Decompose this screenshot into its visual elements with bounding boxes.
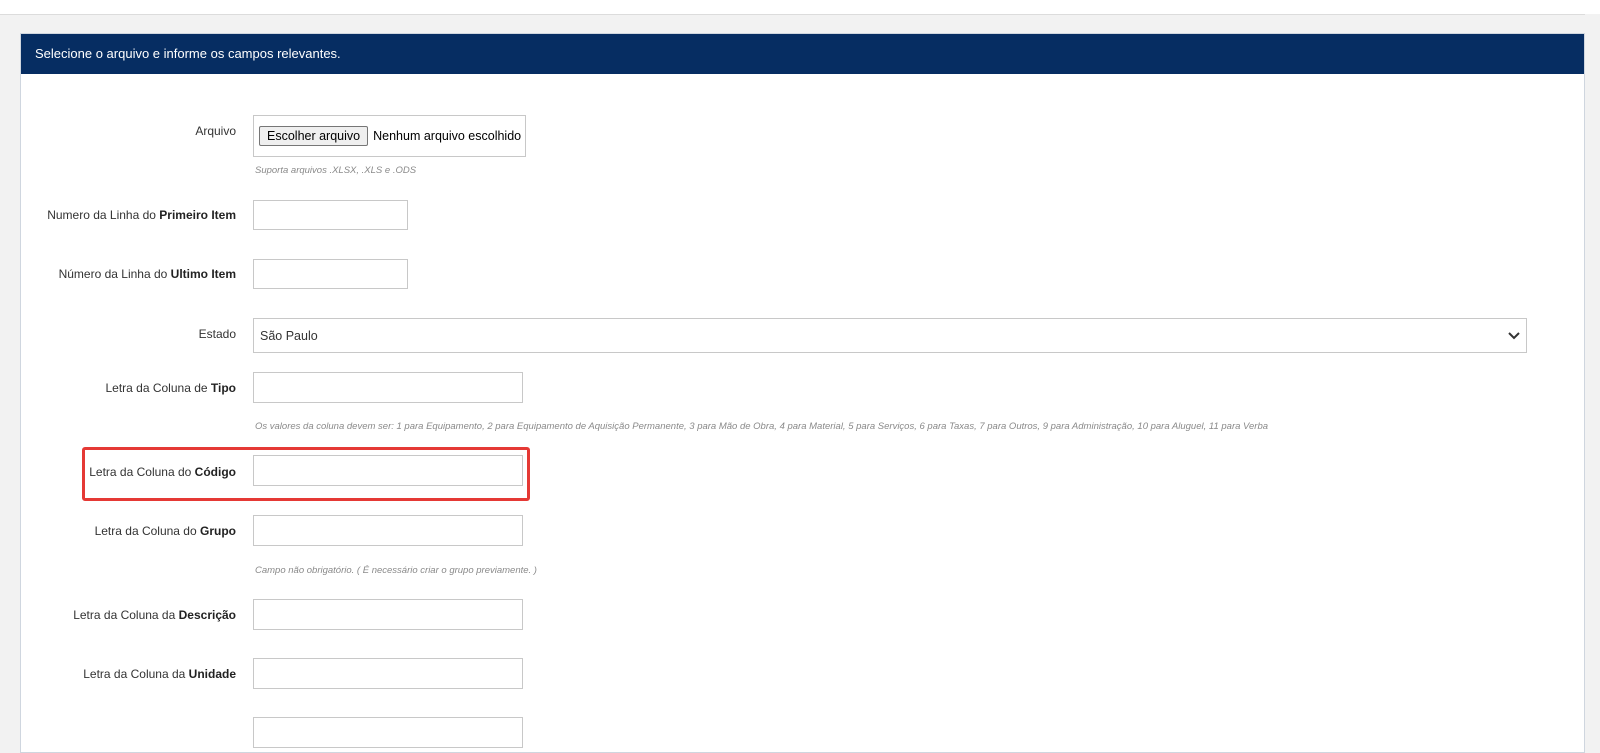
choose-file-button[interactable]: Escolher arquivo [259, 126, 369, 146]
tipo-input[interactable] [253, 372, 523, 403]
unidade-label-bold: Unidade [188, 667, 236, 681]
tipo-hint: Os valores da coluna devem ser: 1 para E… [255, 421, 1269, 432]
top-bar [0, 0, 1600, 15]
estado-label: Estado [198, 327, 236, 341]
unidade-label: Letra da Coluna da Unidade [21, 667, 236, 681]
file-input[interactable]: Escolher arquivo Nenhum arquivo escolhid… [253, 115, 526, 157]
panel-title: Selecione o arquivo e informe os campos … [21, 34, 1584, 74]
grupo-label-bold: Grupo [200, 524, 236, 538]
ultimo-item-label-bold: Ultimo Item [170, 267, 236, 281]
descricao-label: Letra da Coluna da Descrição [21, 608, 236, 622]
ultimo-item-input[interactable] [253, 259, 408, 289]
descricao-label-prefix: Letra da Coluna da [73, 608, 179, 622]
descricao-input[interactable] [253, 599, 523, 630]
tipo-label-prefix: Letra da Coluna de [105, 381, 211, 395]
arquivo-label: Arquivo [195, 124, 236, 138]
grupo-input[interactable] [253, 515, 523, 546]
descricao-label-bold: Descrição [178, 608, 236, 622]
primeiro-item-label: Numero da Linha do Primeiro Item [21, 208, 236, 222]
tipo-label-bold: Tipo [210, 381, 236, 395]
unidade-input[interactable] [253, 658, 523, 689]
primeiro-item-input[interactable] [253, 200, 408, 230]
grupo-hint: Campo não obrigatório. ( É necessário cr… [255, 565, 537, 576]
estado-selected-value: São Paulo [260, 328, 318, 343]
ultimo-item-label: Número da Linha do Ultimo Item [21, 267, 236, 281]
grupo-label: Letra da Coluna do Grupo [21, 524, 236, 538]
ultimo-item-label-prefix: Número da Linha do [58, 267, 171, 281]
primeiro-item-label-bold: Primeiro Item [159, 208, 236, 222]
grupo-label-prefix: Letra da Coluna do [94, 524, 200, 538]
codigo-highlight-box [82, 447, 530, 501]
chevron-down-icon [1508, 329, 1520, 343]
file-hint: Suporta arquivos .XLSX, .XLS e .ODS [255, 165, 417, 176]
unidade-label-prefix: Letra da Coluna da [83, 667, 189, 681]
page-margin [1585, 14, 1600, 741]
file-status-text: Nenhum arquivo escolhido [373, 129, 522, 143]
primeiro-item-label-prefix: Numero da Linha do [47, 208, 160, 222]
import-panel: Selecione o arquivo e informe os campos … [20, 33, 1585, 753]
next-field-input-partial[interactable] [253, 717, 523, 748]
tipo-label: Letra da Coluna de Tipo [21, 381, 236, 395]
estado-select[interactable]: São Paulo [253, 318, 1527, 353]
